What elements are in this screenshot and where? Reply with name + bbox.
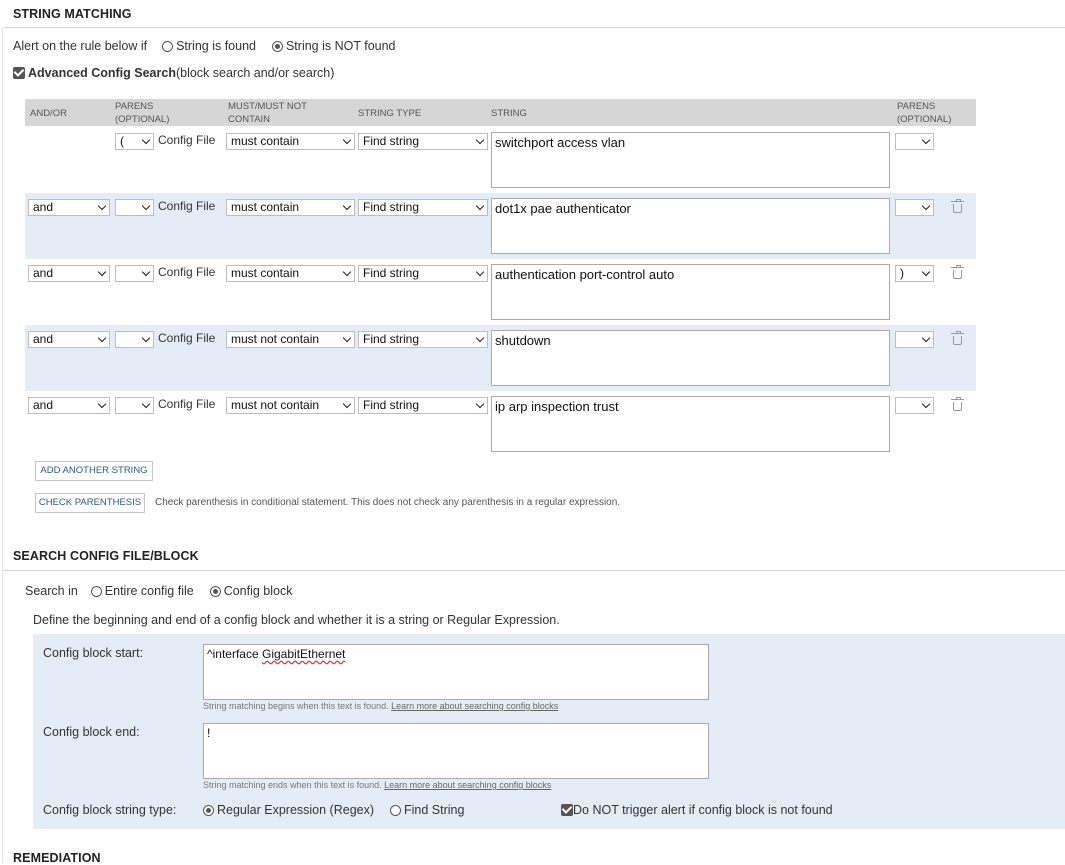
string-type-select[interactable]: Find string	[358, 265, 488, 282]
close-paren-select[interactable]	[895, 397, 934, 414]
radio-circle[interactable]	[90, 586, 102, 597]
andor-select[interactable]: and	[28, 331, 110, 348]
config-block-start-input[interactable]: ^interface GigabitEthernet	[203, 644, 709, 700]
no-trigger-option[interactable]: Do NOT trigger alert if config block is …	[561, 803, 833, 817]
no-trigger-checkbox[interactable]	[561, 804, 573, 816]
open-paren-select[interactable]	[115, 199, 154, 216]
header-string: STRING	[491, 108, 527, 119]
add-another-string-button[interactable]: ADD ANOTHER STRING	[35, 461, 153, 481]
radio-circle-selected[interactable]	[203, 805, 214, 816]
must-select[interactable]: must contain	[226, 265, 355, 282]
section-divider	[3, 27, 1065, 28]
andor-select[interactable]: and	[28, 199, 110, 216]
config-file-label: Config File	[158, 199, 216, 213]
advanced-checkbox[interactable]	[13, 67, 25, 79]
string-row: and Config File must not contain Find st…	[25, 325, 976, 391]
config-block-end-input[interactable]: !	[203, 723, 709, 779]
search-in-row: Search in Entire config file Config bloc…	[25, 584, 292, 598]
delete-row-icon[interactable]	[951, 265, 964, 279]
radio-label: String is found	[176, 39, 256, 53]
radio-label: String is NOT found	[285, 39, 396, 53]
close-paren-select[interactable]	[895, 199, 934, 216]
radio-string-found[interactable]: String is found	[162, 39, 256, 53]
config-file-label: Config File	[158, 397, 216, 411]
must-select[interactable]: must not contain	[226, 331, 355, 348]
close-paren-select[interactable]: )	[895, 265, 934, 282]
radio-find-string[interactable]: Find String	[389, 803, 465, 817]
header-andor: AND/OR	[30, 108, 67, 119]
advanced-suffix: (block search and/or search)	[175, 66, 335, 80]
search-block-title: SEARCH CONFIG FILE/BLOCK	[13, 549, 199, 563]
alert-row: Alert on the rule below if String is fou…	[13, 39, 396, 53]
advanced-label: Advanced Config Search	[28, 66, 176, 80]
no-trigger-label: Do NOT trigger alert if config block is …	[573, 803, 833, 817]
config-block-type-label: Config block string type:	[43, 803, 177, 817]
string-type-select[interactable]: Find string	[358, 199, 488, 216]
open-paren-select[interactable]: (	[115, 133, 154, 150]
check-parenthesis-note: Check parenthesis in conditional stateme…	[155, 497, 621, 508]
string-input[interactable]: ip arp inspection trust	[491, 396, 890, 452]
open-paren-select[interactable]	[115, 397, 154, 414]
must-select[interactable]: must contain	[226, 133, 355, 150]
radio-label: Config block	[223, 584, 293, 598]
radio-circle-selected[interactable]	[271, 41, 283, 52]
must-select[interactable]: must not contain	[226, 397, 355, 414]
string-row: ( Config File must contain Find string s…	[25, 127, 976, 193]
string-matching-title: STRING MATCHING	[13, 7, 132, 21]
radio-config-block[interactable]: Config block	[209, 584, 293, 598]
config-file-label: Config File	[158, 133, 216, 147]
string-type-select[interactable]: Find string	[358, 133, 488, 150]
search-in-label: Search in	[25, 584, 78, 598]
radio-circle[interactable]	[389, 805, 401, 816]
string-input[interactable]: dot1x pae authenticator	[491, 198, 890, 254]
radio-regex[interactable]: Regular Expression (Regex)	[203, 803, 374, 817]
alert-prefix: Alert on the rule below if	[13, 39, 148, 53]
string-input[interactable]: switchport access vlan	[491, 132, 890, 188]
string-row: and Config File must not contain Find st…	[25, 391, 976, 457]
andor-select[interactable]: and	[28, 397, 110, 414]
left-border	[2, 28, 3, 863]
learn-more-link[interactable]: Learn more about searching config blocks	[384, 780, 551, 790]
string-table-header: AND/OR PARENS (OPTIONAL) MUST/MUST NOT CON…	[25, 99, 976, 126]
header-must: MUST/MUST NOT CONTAIN	[228, 101, 307, 125]
string-type-select[interactable]: Find string	[358, 397, 488, 414]
config-file-label: Config File	[158, 265, 216, 279]
andor-select[interactable]: and	[28, 265, 110, 282]
header-parens-close: PARENS (OPTIONAL)	[897, 101, 952, 125]
radio-label: Regular Expression (Regex)	[217, 803, 375, 817]
close-paren-select[interactable]	[895, 133, 934, 150]
section-divider	[3, 570, 1065, 571]
radio-label: Find String	[403, 803, 465, 817]
config-block-end-label: Config block end:	[43, 725, 140, 739]
learn-more-link[interactable]: Learn more about searching config blocks	[391, 701, 558, 711]
radio-entire-config-file[interactable]: Entire config file	[90, 584, 194, 598]
config-block-type-radios: Regular Expression (Regex) Find String	[203, 803, 464, 817]
string-type-select[interactable]: Find string	[358, 331, 488, 348]
advanced-config-search[interactable]: Advanced Config Search(block search and/…	[13, 66, 334, 80]
delete-row-icon[interactable]	[951, 331, 964, 345]
close-paren-select[interactable]	[895, 331, 934, 348]
must-select[interactable]: must contain	[226, 199, 355, 216]
string-row: and Config File must contain Find string…	[25, 259, 976, 325]
radio-string-not-found[interactable]: String is NOT found	[271, 39, 396, 53]
header-string-type: STRING TYPE	[358, 108, 422, 119]
config-block-start-label: Config block start:	[43, 646, 144, 660]
config-block-start-hint: String matching begins when this text is…	[203, 701, 559, 711]
define-block-text: Define the beginning and end of a config…	[33, 613, 560, 627]
open-paren-select[interactable]	[115, 331, 154, 348]
config-block-end-hint: String matching ends when this text is f…	[203, 780, 552, 790]
string-input[interactable]: shutdown	[491, 330, 890, 386]
radio-label: Entire config file	[104, 584, 194, 598]
open-paren-select[interactable]	[115, 265, 154, 282]
config-file-label: Config File	[158, 331, 216, 345]
string-row: and Config File must contain Find string…	[25, 193, 976, 259]
delete-row-icon[interactable]	[951, 199, 964, 213]
string-input[interactable]: authentication port-control auto	[491, 264, 890, 320]
radio-circle[interactable]	[162, 41, 174, 52]
delete-row-icon[interactable]	[951, 397, 964, 411]
header-parens-open: PARENS (OPTIONAL)	[115, 101, 170, 125]
radio-circle-selected[interactable]	[209, 586, 221, 597]
check-parenthesis-button[interactable]: CHECK PARENTHESIS	[35, 493, 145, 513]
